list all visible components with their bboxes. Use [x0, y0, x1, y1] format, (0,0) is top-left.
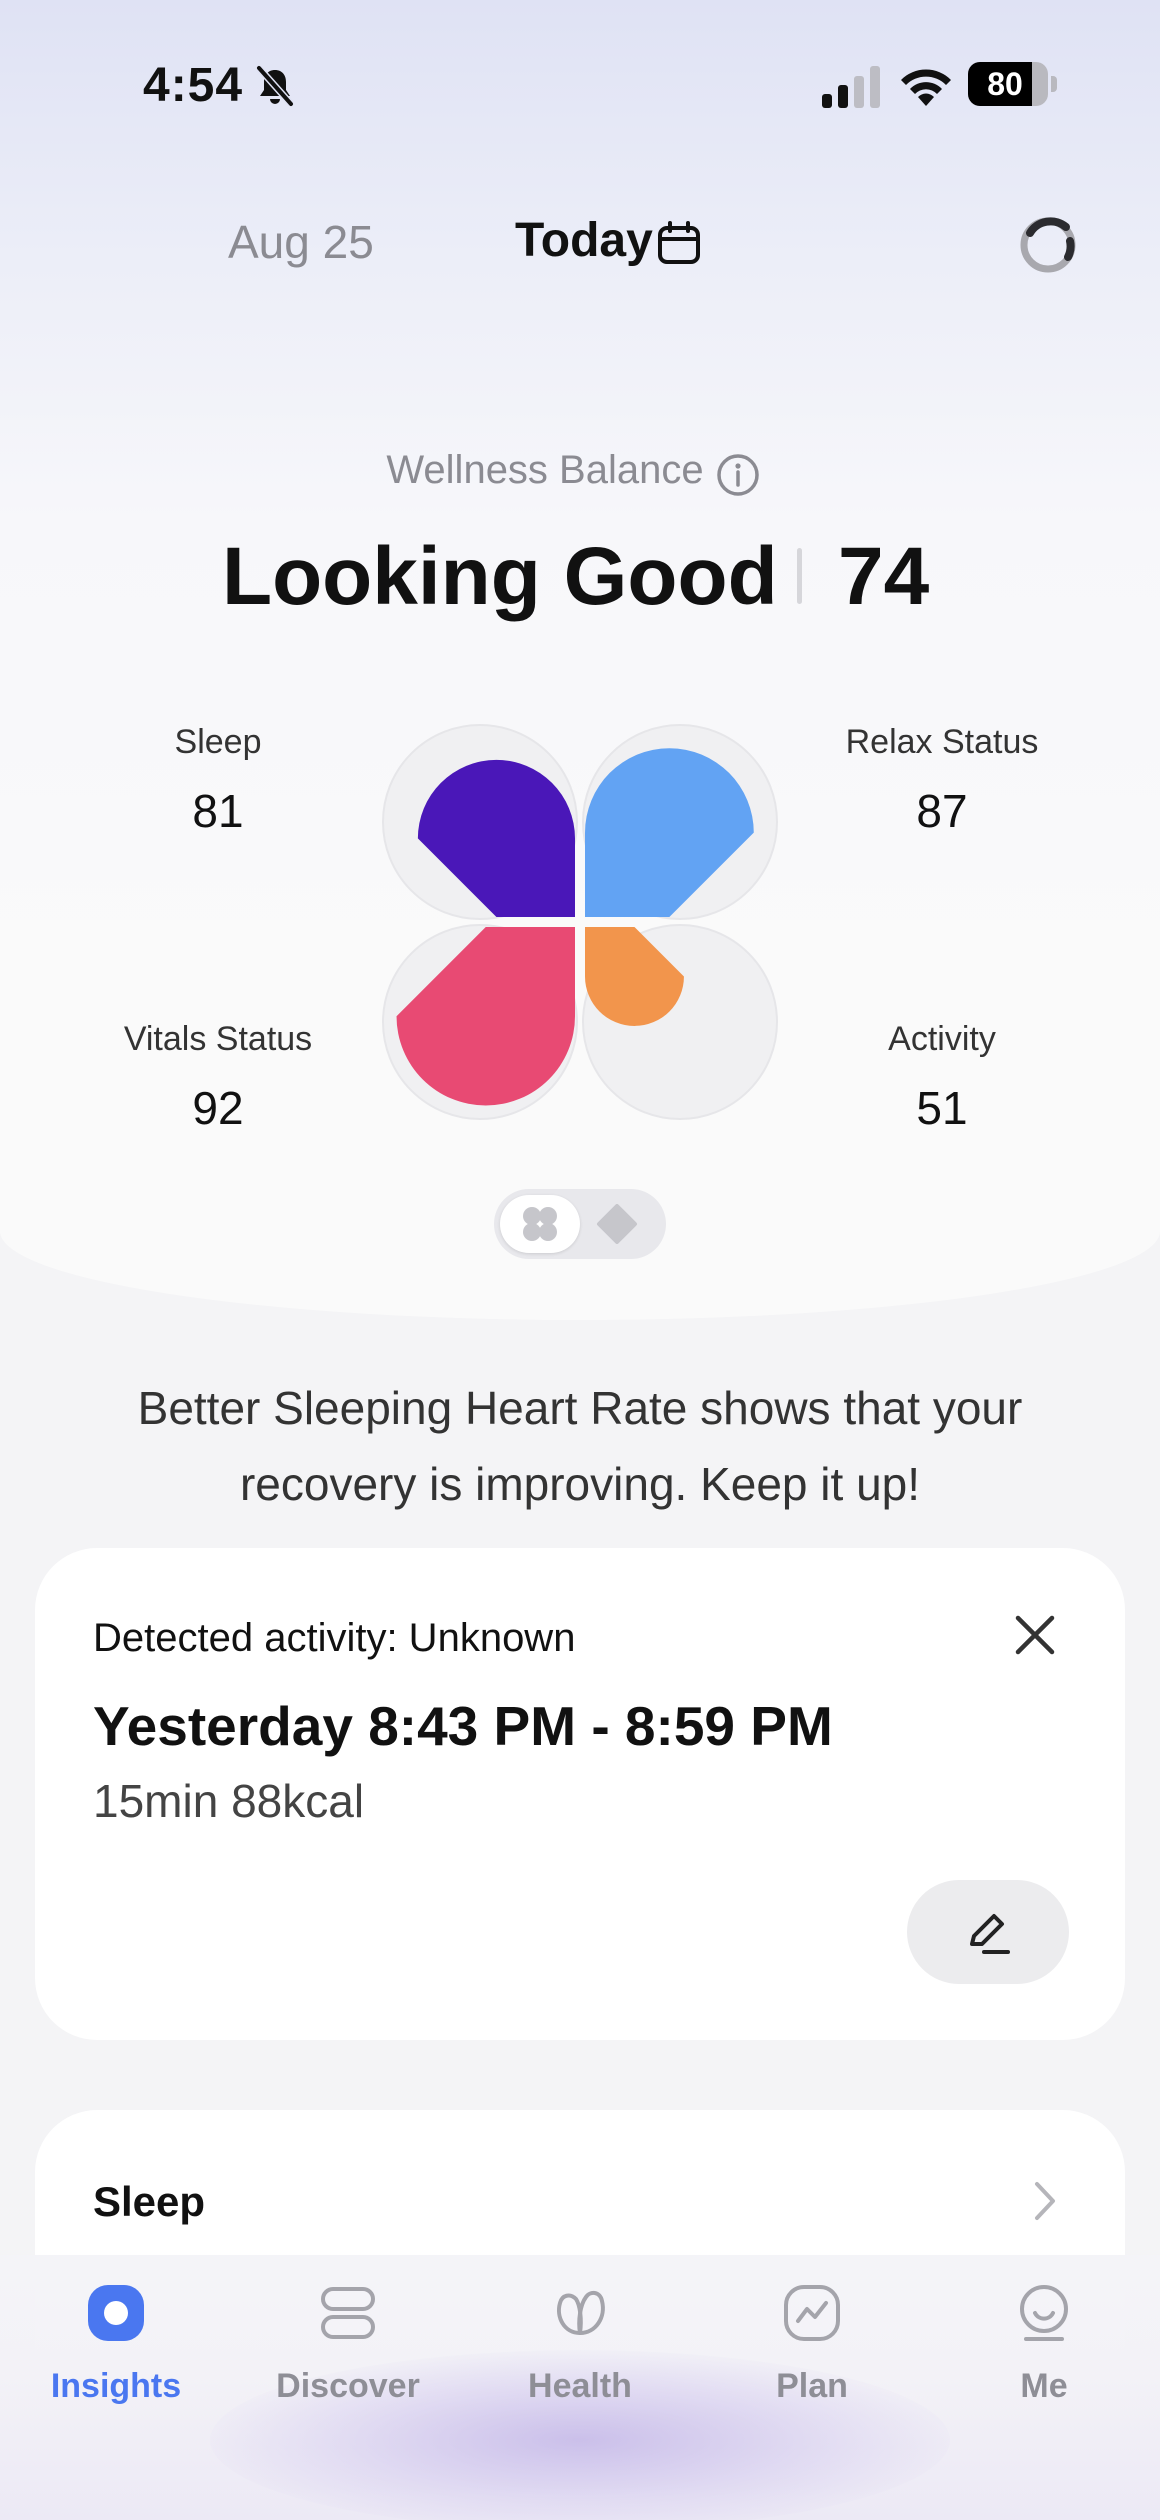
chevron-right-icon[interactable]	[1025, 2178, 1065, 2224]
metric-sleep: Sleep 81	[88, 723, 348, 838]
view-toggle[interactable]	[494, 1189, 666, 1259]
activity-summary: 15min 88kcal	[93, 1775, 365, 1827]
status-time: 4:54	[143, 59, 244, 112]
info-icon[interactable]	[715, 452, 761, 498]
me-icon	[1020, 2285, 1068, 2341]
status-bar: 4:54 80	[0, 40, 1160, 130]
metric-label: Vitals Status	[123, 1020, 313, 1058]
sleep-card-title: Sleep	[93, 2178, 206, 2225]
tab-label: Health	[528, 2367, 632, 2405]
tab-plan[interactable]: Plan	[696, 2283, 928, 2433]
discover-icon	[321, 2287, 375, 2339]
clover-view-icon[interactable]	[518, 1204, 562, 1244]
tab-label: Plan	[776, 2367, 848, 2405]
metric-value: 87	[916, 785, 968, 837]
wellness-status: Looking Good	[222, 531, 778, 622]
detected-activity-card[interactable]: Detected activity: Unknown Yesterday 8:4…	[35, 1548, 1125, 2040]
cellular-signal-icon	[822, 66, 880, 108]
tab-me[interactable]: Me	[928, 2283, 1160, 2433]
tab-discover[interactable]: Discover	[232, 2283, 464, 2433]
health-icon	[557, 2290, 605, 2335]
activity-time-range: Yesterday 8:43 PM - 8:59 PM	[93, 1695, 833, 1757]
metric-value: 92	[192, 1082, 244, 1134]
close-icon[interactable]	[1010, 1610, 1060, 1660]
edit-button[interactable]	[907, 1880, 1069, 1984]
insight-message: Better Sleeping Heart Rate shows that yo…	[137, 1382, 1023, 1510]
metric-relax-status: Relax Status 87	[812, 723, 1072, 838]
battery-percent: 80	[987, 66, 1023, 102]
wellness-score: 74	[838, 531, 930, 622]
tab-label: Discover	[276, 2367, 420, 2405]
bottom-tab-bar: Insights Discover Health Plan Me	[0, 2255, 1160, 2520]
metric-label: Activity	[888, 1020, 996, 1058]
metric-value: 51	[916, 1082, 968, 1134]
metric-activity: Activity 51	[812, 1020, 1072, 1135]
wellness-clover-chart[interactable]	[378, 720, 782, 1124]
tab-label: Insights	[50, 2367, 182, 2405]
metric-label: Relax Status	[845, 723, 1039, 761]
diamond-view-icon[interactable]	[595, 1204, 639, 1244]
insights-icon	[88, 2285, 144, 2341]
plan-icon	[784, 2285, 840, 2341]
wellness-balance-label: Wellness Balance	[386, 448, 704, 492]
battery-indicator: 80	[968, 62, 1058, 108]
device-ring-icon[interactable]	[1016, 213, 1080, 277]
tab-health[interactable]: Health	[464, 2283, 696, 2433]
tab-insights[interactable]: Insights	[0, 2283, 232, 2433]
pencil-icon	[970, 1914, 1010, 1954]
detected-activity-label: Detected activity: Unknown	[93, 1616, 576, 1660]
metric-vitals-status: Vitals Status 92	[88, 1020, 348, 1135]
current-date[interactable]: Today	[515, 213, 653, 268]
previous-date[interactable]: Aug 25	[228, 215, 374, 269]
divider	[797, 548, 802, 604]
tab-label: Me	[1020, 2367, 1068, 2405]
bell-muted-icon	[256, 65, 294, 107]
calendar-icon[interactable]	[655, 220, 703, 268]
wifi-icon	[901, 69, 951, 106]
metric-label: Sleep	[174, 723, 262, 761]
metric-value: 81	[192, 785, 244, 837]
